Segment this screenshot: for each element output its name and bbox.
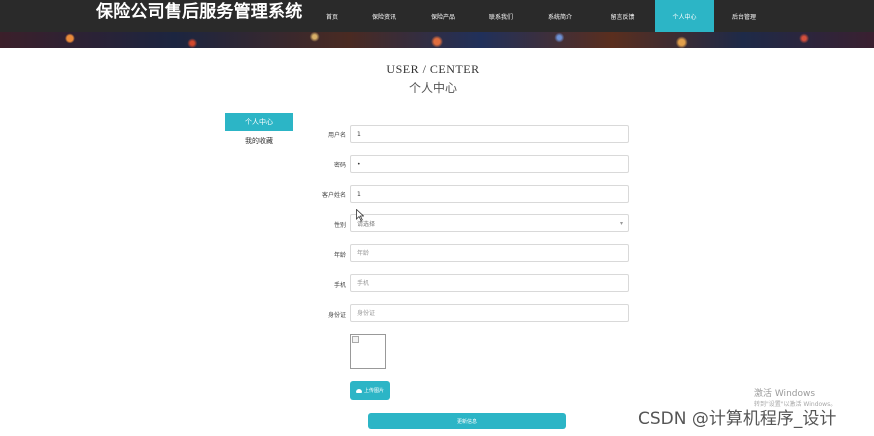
top-header: 保险公司售后服务管理系统 首页 保险资讯 保险产品 联系我们 系统简介 留言反馈… — [0, 0, 874, 32]
username-field[interactable] — [350, 125, 629, 143]
upload-button-label: 上传图片 — [363, 388, 384, 394]
update-info-button[interactable]: 更新信息 — [368, 413, 566, 429]
username-label: 用户名 — [327, 132, 346, 139]
id-card-label: 身份证 — [327, 312, 346, 319]
password-field[interactable] — [350, 155, 629, 173]
avatar-image-preview — [350, 334, 386, 369]
chevron-down-icon: ▾ — [619, 220, 623, 227]
nav-item-products[interactable]: 保险产品 — [414, 0, 472, 32]
page-title-cn: 个人中心 — [408, 81, 457, 95]
id-card-field[interactable] — [350, 304, 629, 322]
age-field[interactable] — [350, 244, 629, 262]
customer-name-field[interactable] — [350, 185, 629, 203]
mouse-cursor-icon — [356, 209, 364, 221]
nav-item-feedback[interactable]: 留言反馈 — [590, 0, 655, 32]
nav-item-admin[interactable]: 后台管理 — [714, 0, 774, 32]
broken-image-icon — [352, 336, 359, 343]
phone-label: 手机 — [333, 282, 346, 289]
header-banner-image — [0, 32, 874, 48]
customer-name-label: 客户姓名 — [321, 192, 346, 199]
nav-item-about[interactable]: 系统简介 — [530, 0, 590, 32]
nav-item-home[interactable]: 首页 — [310, 0, 354, 32]
gender-label: 性别 — [333, 222, 346, 229]
upload-image-button[interactable]: 上传图片 — [350, 381, 390, 400]
windows-activation-title: 激活 Windows — [754, 389, 816, 399]
age-label: 年龄 — [333, 252, 346, 259]
nav-item-news[interactable]: 保险资讯 — [354, 0, 414, 32]
nav-item-user-center[interactable]: 个人中心 — [655, 0, 714, 32]
csdn-watermark: CSDN @计算机程序_设计 — [638, 409, 837, 429]
phone-field[interactable] — [350, 274, 629, 292]
main-nav: 首页 保险资讯 保险产品 联系我们 系统简介 留言反馈 个人中心 后台管理 — [310, 0, 774, 32]
nav-item-contact[interactable]: 联系我们 — [472, 0, 530, 32]
sidebar-item-favorites[interactable]: 我的收藏 — [225, 133, 293, 149]
cloud-upload-icon — [355, 388, 362, 393]
page-title-en: USER / CENTER — [386, 62, 480, 76]
site-title: 保险公司售后服务管理系统 — [96, 2, 303, 22]
gender-select[interactable]: 请选择 ▾ — [350, 214, 629, 232]
password-label: 密码 — [333, 162, 346, 169]
sidebar-item-user-center[interactable]: 个人中心 — [225, 113, 293, 131]
